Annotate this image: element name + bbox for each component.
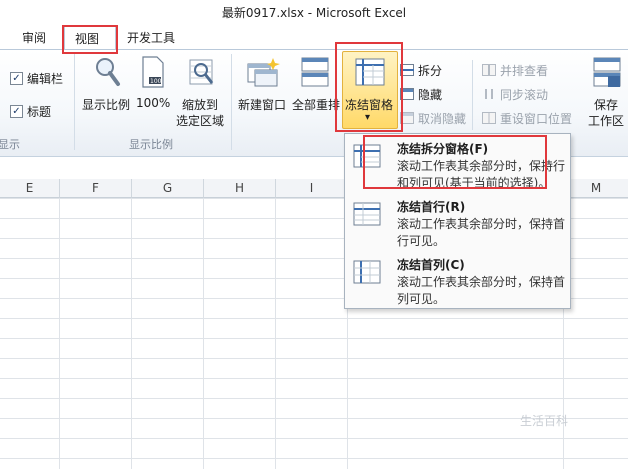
freeze-first-column-icon: [353, 260, 381, 284]
menu-item-freeze-top-row[interactable]: 冻结首行(R) 滚动工作表其余部分时，保持首行可见。: [345, 194, 570, 250]
new-window-icon[interactable]: [246, 56, 280, 88]
save-workspace-line2[interactable]: 工作区: [588, 112, 624, 129]
headings-label: 标题: [27, 105, 52, 119]
formula-bar-label: 编辑栏: [27, 72, 64, 86]
column-header-i[interactable]: I: [276, 179, 348, 198]
menu-item-description: 滚动工作表其余部分时，保持首列可见。: [397, 275, 566, 306]
menu-item-title: 冻结首列(C): [397, 258, 465, 272]
sync-scroll-icon: [485, 89, 493, 99]
menu-item-description: 滚动工作表其余部分时，保持首行可见。: [397, 217, 566, 248]
view-side-by-side-button[interactable]: 并排查看: [500, 62, 548, 79]
title-bar: 最新0917.xlsx - Microsoft Excel: [0, 0, 628, 24]
save-workspace-icon[interactable]: [592, 56, 622, 88]
zoom-to-selection-line2[interactable]: 选定区域: [176, 112, 224, 129]
svg-text:100: 100: [150, 78, 162, 85]
zoom-to-selection-icon[interactable]: [188, 56, 216, 88]
hundred-percent-icon[interactable]: 100: [140, 55, 166, 89]
view-side-by-side-icon: [482, 64, 496, 76]
annotation-highlight-view-tab: [62, 25, 118, 54]
zoom-group-label: 显示比例: [129, 138, 173, 151]
split-button[interactable]: 拆分: [418, 62, 442, 79]
annotation-highlight-freeze-button: [335, 42, 403, 132]
grid-line: [275, 198, 276, 469]
zoom-icon[interactable]: [93, 56, 121, 88]
headings-checkbox[interactable]: ✓: [10, 105, 23, 118]
reset-window-position-button[interactable]: 重设窗口位置: [500, 110, 572, 127]
grid-line: [131, 198, 132, 469]
column-header-g[interactable]: G: [132, 179, 204, 198]
zoom-to-selection-line1[interactable]: 缩放到: [182, 96, 218, 113]
arrange-all-button[interactable]: 全部重排: [292, 96, 340, 113]
grid-line: [59, 198, 60, 469]
show-group-label: 显示: [0, 138, 20, 151]
column-header-f[interactable]: F: [60, 179, 132, 198]
column-header-e[interactable]: E: [0, 179, 60, 198]
menu-item-title: 冻结首行(R): [397, 200, 466, 214]
group-divider: [231, 54, 232, 150]
group-divider: [472, 60, 473, 130]
grid-line: [203, 198, 204, 469]
zoom-button[interactable]: 显示比例: [82, 96, 130, 113]
arrange-all-icon[interactable]: [300, 56, 330, 88]
sync-scroll-button[interactable]: 同步滚动: [500, 86, 548, 103]
annotation-highlight-freeze-panes-item: [363, 135, 547, 189]
column-header-h[interactable]: H: [204, 179, 276, 198]
tab-review[interactable]: 审阅: [22, 29, 46, 46]
freeze-top-row-icon: [353, 202, 381, 226]
unhide-button[interactable]: 取消隐藏: [418, 110, 466, 127]
window-title: 最新0917.xlsx - Microsoft Excel: [221, 6, 407, 20]
save-workspace-line1[interactable]: 保存: [594, 96, 618, 113]
column-header-m[interactable]: M: [564, 179, 628, 198]
hundred-percent-button[interactable]: 100%: [136, 96, 170, 110]
menu-item-freeze-first-column[interactable]: 冻结首列(C) 滚动工作表其余部分时，保持首列可见。: [345, 252, 570, 308]
hide-button[interactable]: 隐藏: [418, 86, 442, 103]
watermark: 生活百科: [520, 414, 569, 428]
group-divider: [74, 54, 75, 150]
new-window-button[interactable]: 新建窗口: [238, 96, 286, 113]
formula-bar-checkbox[interactable]: ✓: [10, 72, 23, 85]
reset-window-position-icon: [482, 112, 496, 124]
tab-developer[interactable]: 开发工具: [127, 29, 175, 46]
